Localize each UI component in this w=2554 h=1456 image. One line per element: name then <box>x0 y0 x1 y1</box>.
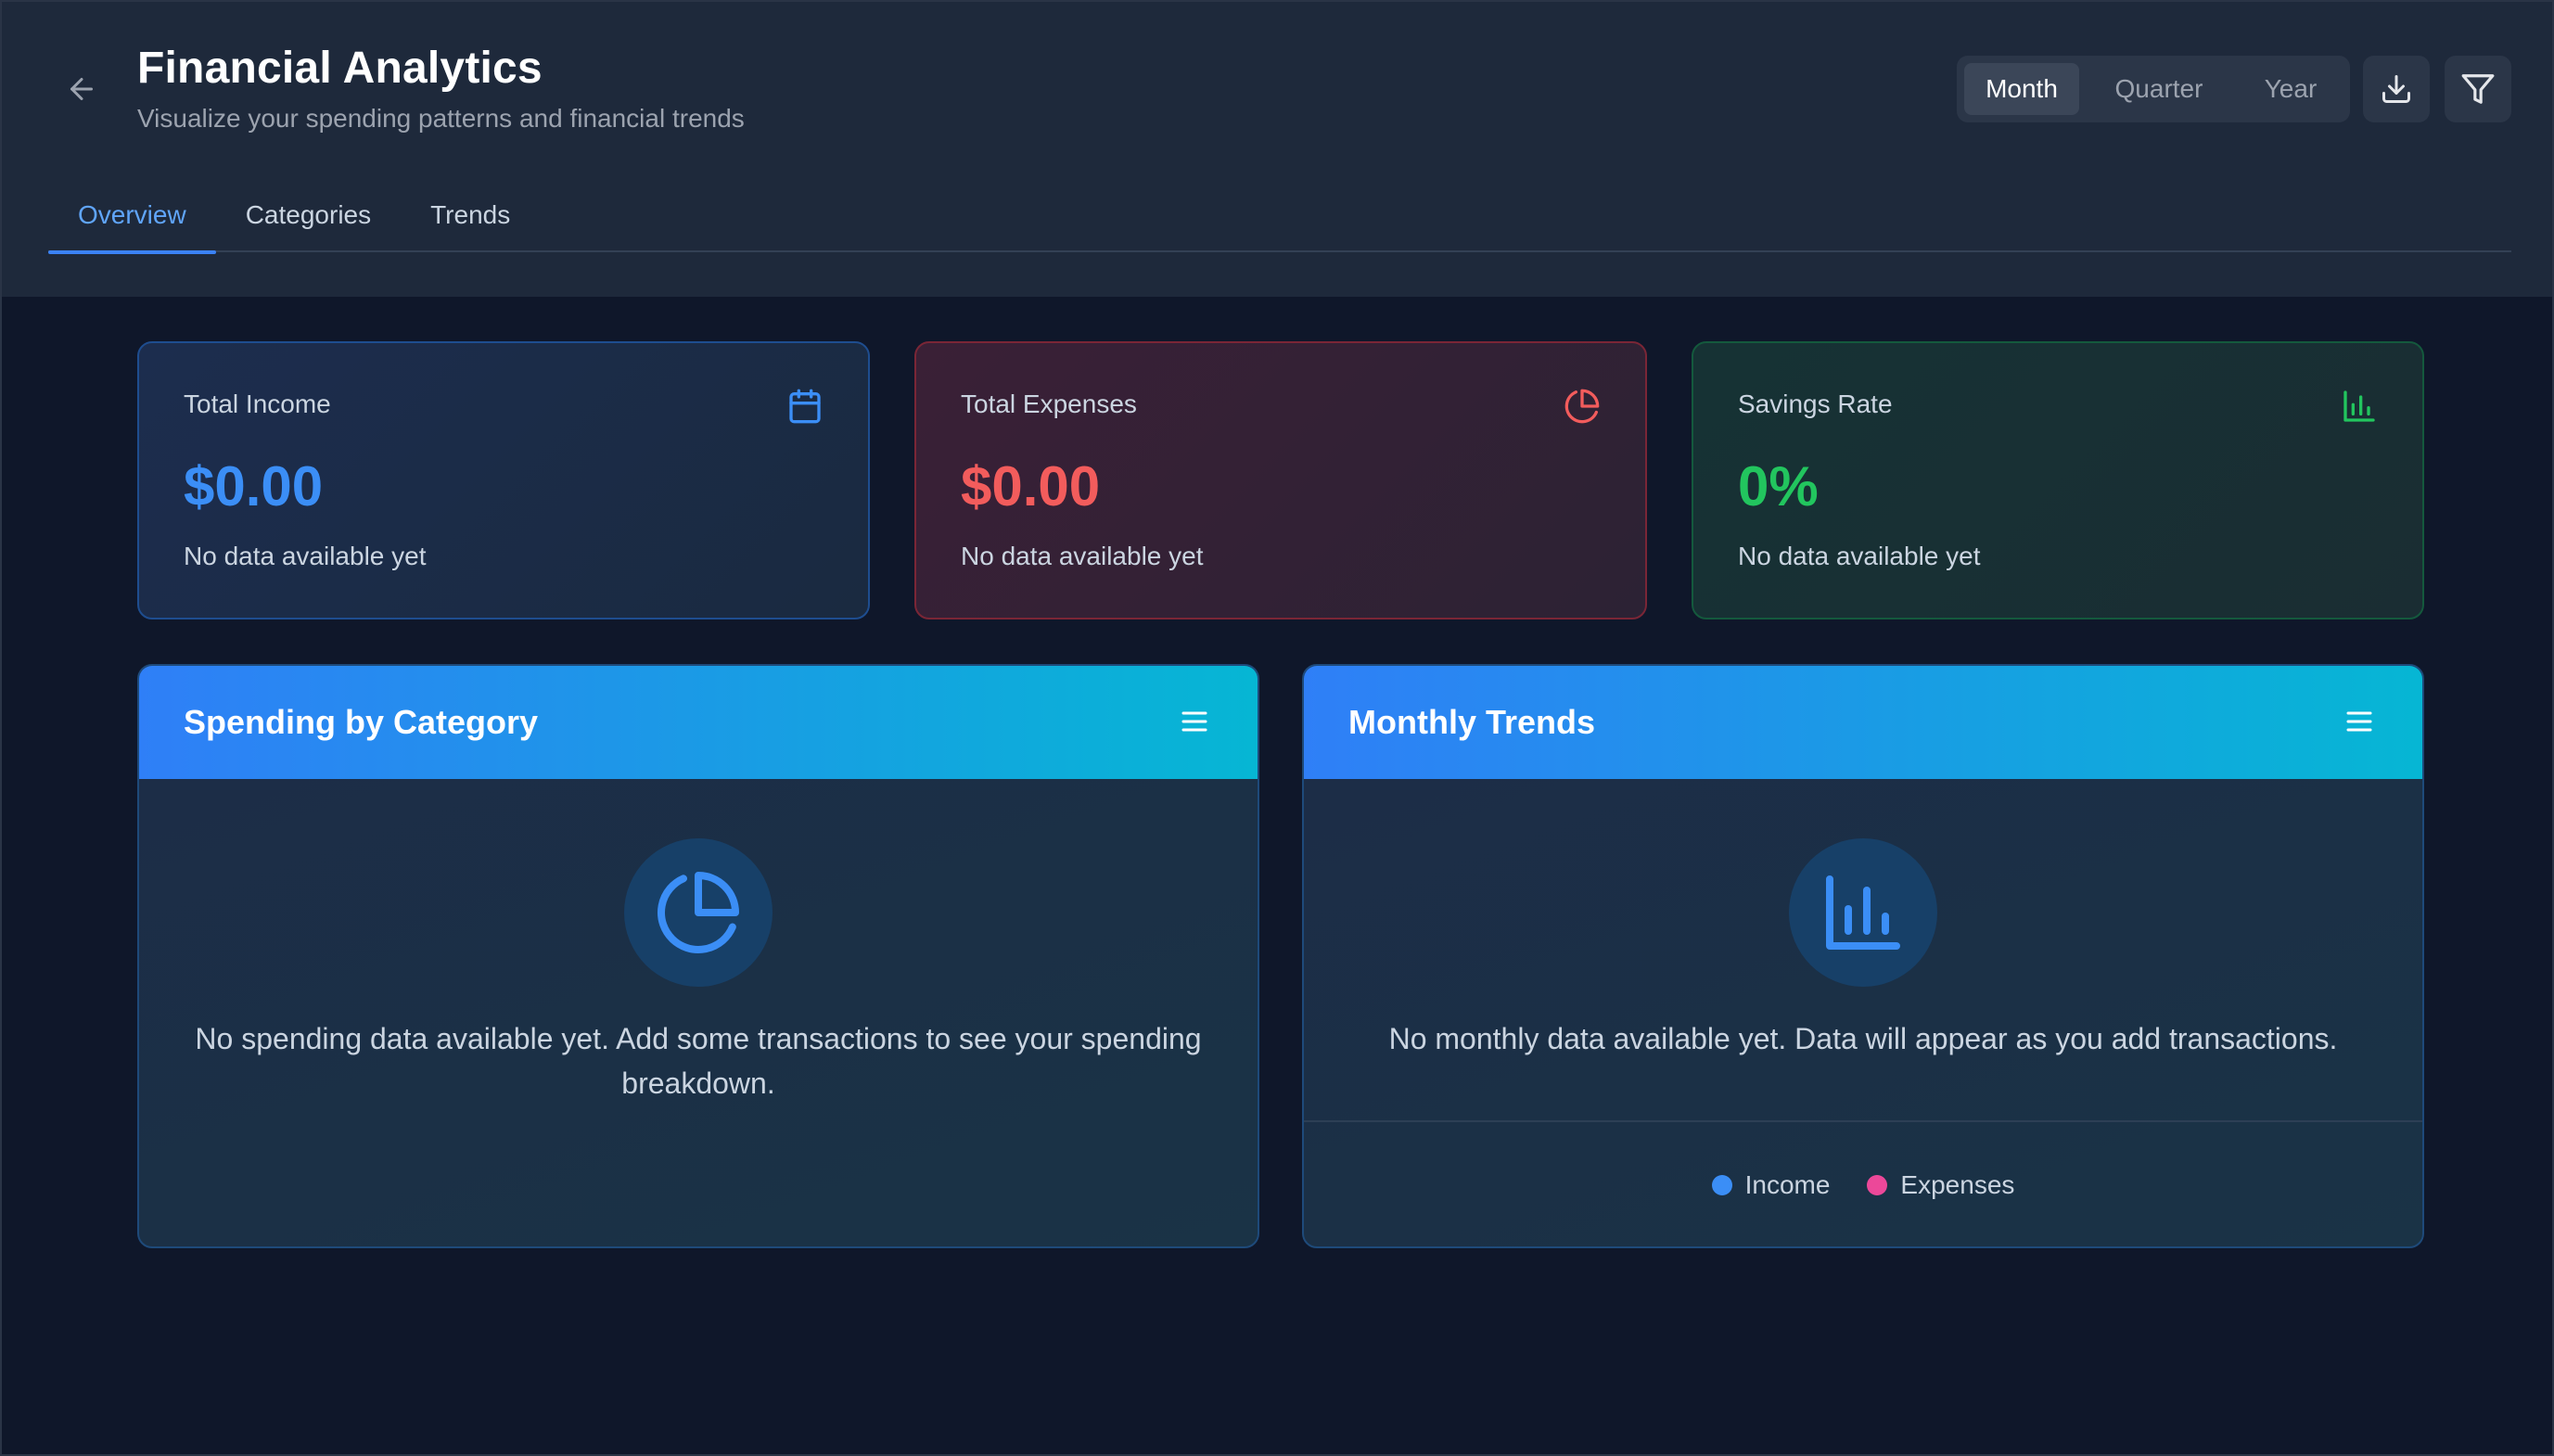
calendar-icon <box>789 389 821 424</box>
panel-title: Spending by Category <box>184 703 539 741</box>
back-button[interactable] <box>61 69 102 109</box>
stat-note: No data available yet <box>1738 542 1981 570</box>
total-income-card: Total Income $0.00 No data available yet <box>137 341 870 619</box>
filter-button[interactable] <box>2445 56 2511 122</box>
period-month-button[interactable]: Month <box>1964 63 2079 115</box>
stat-label: Savings Rate <box>1738 390 1893 418</box>
legend-item-expenses: Expenses <box>1867 1170 2014 1200</box>
stat-value: $0.00 <box>184 455 324 517</box>
stat-label: Total Income <box>184 390 331 418</box>
tab-overview[interactable]: Overview <box>48 178 216 254</box>
period-quarter-button[interactable]: Quarter <box>2079 63 2239 115</box>
page-title: Financial Analytics <box>137 44 543 93</box>
legend-label: Income <box>1744 1170 1831 1199</box>
stat-value: 0% <box>1738 455 1819 517</box>
total-expenses-card: Total Expenses $0.00 No data available y… <box>914 341 1647 619</box>
tab-categories[interactable]: Categories <box>216 178 401 252</box>
period-year-button[interactable]: Year <box>2239 63 2343 115</box>
panel-title: Monthly Trends <box>1348 703 1596 741</box>
pie-chart-icon <box>1564 389 1600 424</box>
download-icon <box>2382 75 2410 103</box>
legend-dot <box>1711 1175 1732 1195</box>
page-header: Financial Analytics Visualize your spend… <box>2 2 2552 297</box>
empty-state-icon <box>624 838 773 987</box>
panel-menu-button[interactable] <box>1176 703 1213 740</box>
menu-icon <box>2346 711 2372 732</box>
spending-by-category-panel: Spending by Category No spending data av… <box>137 664 1259 1248</box>
arrow-left-icon <box>70 78 93 100</box>
savings-rate-card: Savings Rate 0% No data available yet <box>1692 341 2424 619</box>
tab-trends[interactable]: Trends <box>401 178 540 252</box>
panel-header: Spending by Category <box>139 666 1258 779</box>
panel-menu-button[interactable] <box>2341 703 2378 740</box>
financial-analytics-app: Financial Analytics Visualize your spend… <box>0 0 2554 1456</box>
legend-dot <box>1867 1175 1888 1195</box>
page-subtitle: Visualize your spending patterns and fin… <box>137 104 745 133</box>
download-button[interactable] <box>2363 56 2430 122</box>
tab-bar: Overview Categories Trends <box>48 178 2511 254</box>
monthly-trends-panel: Monthly Trends No monthly data available… <box>1302 664 2424 1248</box>
bar-chart-icon <box>1826 875 1900 950</box>
period-selector: Month Quarter Year <box>1957 56 2350 122</box>
chart-legend: Income Expenses <box>1304 1120 2422 1246</box>
empty-state-text: No monthly data available yet. Data will… <box>1388 1022 2338 1055</box>
filter-icon <box>2461 74 2495 104</box>
bar-chart-icon <box>2343 390 2375 422</box>
stat-label: Total Expenses <box>961 390 1137 418</box>
pie-chart-icon <box>658 872 739 953</box>
stat-note: No data available yet <box>961 542 1204 570</box>
legend-label: Expenses <box>1900 1170 2015 1199</box>
stat-note: No data available yet <box>184 542 427 570</box>
empty-state-text: No spending data available yet. Add some… <box>195 1022 1202 1100</box>
panel-header: Monthly Trends <box>1304 666 2422 779</box>
empty-state-icon <box>1789 838 1937 987</box>
stat-value: $0.00 <box>961 455 1101 517</box>
legend-item-income: Income <box>1711 1170 1831 1200</box>
menu-icon <box>1181 711 1207 732</box>
